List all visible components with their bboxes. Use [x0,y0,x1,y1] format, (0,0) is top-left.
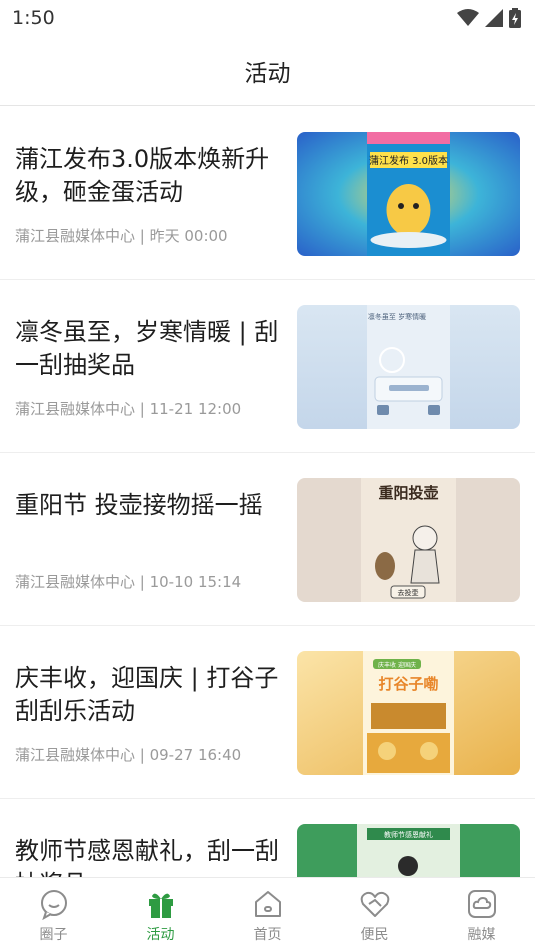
card-title[interactable]: 凛冬虽至，岁寒情暖 | 刮一刮抽奖品 [15,316,283,382]
card-thumbnail[interactable]: 蒲江发布 3.0版本 [297,132,520,256]
card-title[interactable]: 蒲江发布3.0版本焕新升级，砸金蛋活动 [15,143,283,209]
card-meta: 蒲江县融媒体中心 | 昨天 00:00 [15,227,228,245]
thumbnail-subtext: 庆丰收 迎国庆 [378,661,416,669]
tab-services[interactable]: 便民 [321,878,428,951]
gift-icon [144,887,178,921]
card-thumbnail[interactable]: 重阳投壶 去投壶 [297,478,520,602]
tab-home[interactable]: 首页 [214,878,321,951]
tab-media[interactable]: 融媒 [428,878,535,951]
activity-card[interactable]: 庆丰收，迎国庆 | 打谷子刮刮乐活动 蒲江县融媒体中心 | 09-27 16:4… [0,626,535,799]
thumbnail-button-text: 去投壶 [398,588,419,597]
activity-card[interactable]: 重阳节 投壶接物摇一摇 蒲江县融媒体中心 | 10-10 15:14 重阳投壶 … [0,453,535,626]
tab-circle[interactable]: 圈子 [0,878,107,951]
tab-label: 活动 [146,927,175,943]
cloud-box-icon [465,887,499,921]
card-meta: 蒲江县融媒体中心 | 10-10 15:14 [15,573,242,591]
activity-card[interactable]: 教师节感恩献礼，刮一刮抽奖品 教师节感恩献礼 [0,799,535,877]
thumbnail-text: 蒲江发布 3.0版本 [369,154,448,167]
bottom-tab-bar: 圈子 活动 首页 便民 融媒 [0,877,535,951]
home-icon [251,887,285,921]
card-thumbnail[interactable]: 教师节感恩献礼 [297,824,520,877]
card-thumbnail[interactable]: 庆丰收 迎国庆 打谷子嘞 [297,651,520,775]
signal-icon [485,9,503,27]
tab-label: 圈子 [39,927,68,943]
card-title[interactable]: 教师节感恩献礼，刮一刮抽奖品 [15,835,283,877]
activity-feed[interactable]: 蒲江发布3.0版本焕新升级，砸金蛋活动 蒲江县融媒体中心 | 昨天 00:00 … [0,107,535,877]
activity-card[interactable]: 蒲江发布3.0版本焕新升级，砸金蛋活动 蒲江县融媒体中心 | 昨天 00:00 … [0,107,535,280]
tab-label: 便民 [360,927,389,943]
thumbnail-text: 教师节感恩献礼 [384,830,433,839]
app-header: 活动 [0,36,535,106]
card-thumbnail[interactable]: 凛冬虽至 岁寒情暖 [297,305,520,429]
page-title: 活动 [244,60,291,87]
battery-icon [509,8,521,28]
thumbnail-text: 重阳投壶 [378,484,438,502]
thumbnail-text: 打谷子嘞 [378,675,438,693]
status-time: 1:50 [12,7,55,29]
tab-activity[interactable]: 活动 [107,878,214,951]
card-title[interactable]: 庆丰收，迎国庆 | 打谷子刮刮乐活动 [15,662,283,728]
activity-card[interactable]: 凛冬虽至，岁寒情暖 | 刮一刮抽奖品 蒲江县融媒体中心 | 11-21 12:0… [0,280,535,453]
card-title[interactable]: 重阳节 投壶接物摇一摇 [15,489,283,522]
status-icons [457,8,521,28]
tab-label: 首页 [253,927,282,943]
card-meta: 蒲江县融媒体中心 | 11-21 12:00 [15,400,242,418]
thumbnail-text: 凛冬虽至 岁寒情暖 [368,312,426,321]
card-meta: 蒲江县融媒体中心 | 09-27 16:40 [15,746,242,764]
chat-bubble-icon [37,887,71,921]
heart-hands-icon [358,887,392,921]
tab-label: 融媒 [467,927,496,943]
status-bar: 1:50 [0,0,535,36]
wifi-icon [457,9,479,26]
